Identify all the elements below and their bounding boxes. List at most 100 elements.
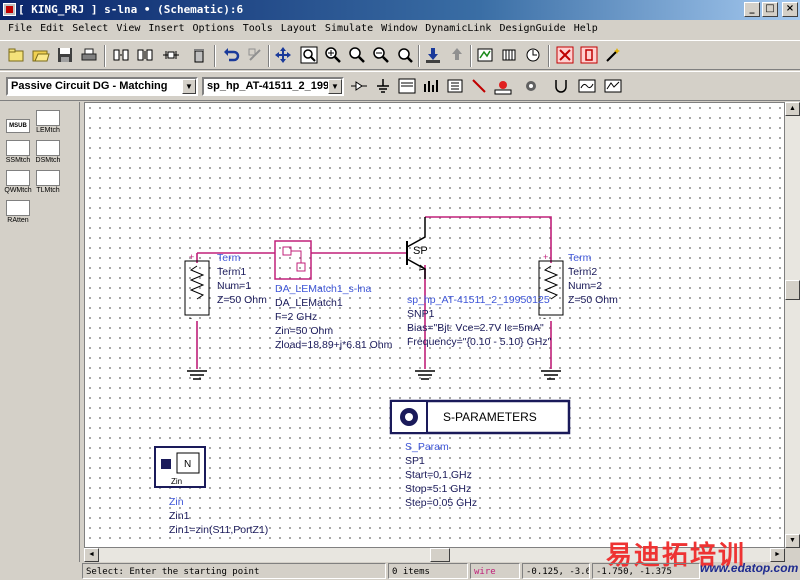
term1-num: Num=1: [217, 280, 251, 292]
data-display-icon[interactable]: [602, 75, 624, 97]
menu-designguide[interactable]: DesignGuide: [495, 20, 569, 38]
name-icon[interactable]: [492, 75, 514, 97]
term2-num: Num=2: [568, 280, 602, 292]
qwmatch-icon: [6, 170, 30, 186]
term1-z: Z=50 Ohm: [217, 294, 267, 306]
tune-icon[interactable]: [498, 44, 520, 66]
ground-icon[interactable]: [372, 75, 394, 97]
transistor-type: sp_hp_AT-41511_2_19950125: [407, 294, 550, 306]
menu-tools[interactable]: Tools: [239, 20, 277, 38]
menu-insert[interactable]: Insert: [144, 20, 188, 38]
schematic-canvas[interactable]: + - SP + - S-PARAMETERS N Zin Term Term1…: [84, 102, 785, 548]
optimize-icon[interactable]: [522, 44, 544, 66]
simulate-setup-icon[interactable]: [474, 44, 496, 66]
ads-schematic-window: [ KING_PRJ ] s-lna • (Schematic):6 _ □ ×…: [0, 0, 800, 580]
palette-item-dsmtch[interactable]: DSMtch: [34, 136, 62, 164]
port-icon[interactable]: [348, 75, 370, 97]
delete-icon[interactable]: [188, 44, 210, 66]
status-coords-2: -1.750, -1.375: [592, 563, 700, 579]
palette-item-msub[interactable]: MSUB: [4, 106, 32, 134]
dsmatch-icon: [36, 140, 60, 156]
chevron-down-icon[interactable]: ▼: [328, 79, 342, 94]
scroll-thumb-vertical[interactable]: [785, 280, 800, 300]
var-eqn-icon[interactable]: [396, 75, 418, 97]
sparams-type: S_Param: [405, 441, 449, 453]
vertical-scrollbar[interactable]: ▲ ▼: [785, 102, 800, 548]
menu-edit[interactable]: Edit: [36, 20, 68, 38]
design-wizard-icon[interactable]: [602, 44, 624, 66]
deactivate-component-icon[interactable]: [554, 44, 576, 66]
chevron-down-icon[interactable]: ▼: [182, 79, 196, 94]
svg-text:N: N: [184, 459, 191, 470]
scroll-up-icon[interactable]: ▲: [785, 102, 800, 116]
save-icon[interactable]: [54, 44, 76, 66]
new-icon[interactable]: [6, 44, 28, 66]
menu-simulate[interactable]: Simulate: [321, 20, 377, 38]
ratten-icon: [6, 200, 30, 216]
open-folder-icon[interactable]: [30, 44, 52, 66]
transistor-name: SNP1: [407, 308, 435, 320]
short-component-icon[interactable]: [578, 44, 600, 66]
zoom-point-icon[interactable]: [346, 44, 368, 66]
redo-icon[interactable]: [244, 44, 266, 66]
menu-help[interactable]: Help: [570, 20, 602, 38]
push-into-hierarchy-icon[interactable]: [422, 44, 444, 66]
menu-file[interactable]: File: [4, 20, 36, 38]
term2-name: Term2: [568, 266, 597, 278]
palette-item-ratten[interactable]: RAtten: [4, 196, 32, 224]
insert-wire-label-icon[interactable]: [420, 75, 442, 97]
component-toolbar: Passive Circuit DG - Matching ▼ sp_hp_AT…: [0, 71, 800, 101]
undo-icon[interactable]: [220, 44, 242, 66]
menu-layout[interactable]: Layout: [277, 20, 321, 38]
zoom-out-icon[interactable]: [370, 44, 392, 66]
zin-expr: Zin1=zin(S11,PortZ1): [169, 524, 268, 536]
move-icon[interactable]: [272, 44, 294, 66]
palette-item-label: RAtten: [7, 217, 29, 224]
sparams-start: Start=0.1 GHz: [405, 469, 472, 481]
zin-block: N Zin: [154, 446, 206, 488]
scroll-thumb-horizontal[interactable]: [430, 548, 450, 562]
scroll-right-icon[interactable]: ►: [770, 548, 785, 562]
view-all-icon[interactable]: [394, 44, 416, 66]
svg-text:-: -: [189, 313, 192, 323]
component-select[interactable]: sp_hp_AT-41511_2_19950125 ▼: [202, 77, 344, 96]
wire-collector: [425, 216, 552, 253]
mirror-x-icon[interactable]: [110, 44, 132, 66]
scroll-left-icon[interactable]: ◄: [84, 548, 99, 562]
insert-pin-icon[interactable]: [444, 75, 466, 97]
palette-item-lemtch[interactable]: LEMtch: [34, 106, 62, 134]
palette-item-tlmtch[interactable]: TLMtch: [34, 166, 62, 194]
display-icon[interactable]: [576, 75, 598, 97]
menu-options[interactable]: Options: [189, 20, 239, 38]
rotate-icon[interactable]: [134, 44, 156, 66]
sparams-banner: S-PARAMETERS: [443, 410, 537, 424]
lematch-name: DA_LEMatch1: [275, 297, 343, 309]
ssmatch-icon: [6, 140, 30, 156]
probe-icon[interactable]: [550, 75, 572, 97]
status-coords-1: -0.125, -3.625: [522, 563, 590, 579]
menu-dynamiclink[interactable]: DynamicLink: [421, 20, 495, 38]
pop-out-hierarchy-icon[interactable]: [446, 44, 468, 66]
library-select[interactable]: Passive Circuit DG - Matching ▼: [6, 77, 198, 96]
zoom-area-icon[interactable]: [298, 44, 320, 66]
svg-text:+: +: [543, 252, 548, 262]
minimize-button[interactable]: _: [744, 2, 760, 17]
main-toolbar: [0, 40, 800, 70]
zoom-in-icon[interactable]: [322, 44, 344, 66]
menu-bar: File Edit Select View Insert Options Too…: [0, 20, 800, 38]
insert-wire-icon[interactable]: [468, 75, 490, 97]
menu-select[interactable]: Select: [68, 20, 112, 38]
palette-item-label: TLMtch: [36, 187, 60, 194]
scroll-down-icon[interactable]: ▼: [785, 534, 800, 548]
transistor-freq: Frequency="{0.10 - 5.10} GHz": [407, 336, 552, 348]
menu-view[interactable]: View: [112, 20, 144, 38]
print-icon[interactable]: [78, 44, 100, 66]
palette-item-qwmtch[interactable]: QWMtch: [4, 166, 32, 194]
sparams-name: SP1: [405, 455, 425, 467]
palette-item-ssmtch[interactable]: SSMtch: [4, 136, 32, 164]
mirror-y-icon[interactable]: [160, 44, 182, 66]
maximize-button[interactable]: □: [762, 2, 778, 17]
close-button[interactable]: ×: [782, 2, 798, 17]
gear-icon[interactable]: [520, 75, 542, 97]
menu-window[interactable]: Window: [377, 20, 421, 38]
